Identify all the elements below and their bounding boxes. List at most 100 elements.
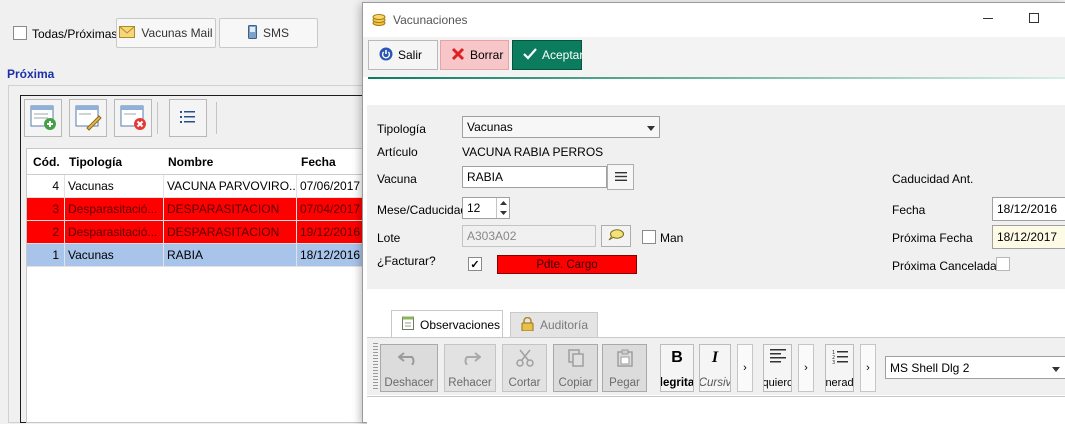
cell-fecha: 07/06/2017: [297, 175, 363, 197]
list-view-button[interactable]: [169, 99, 207, 137]
delete-x-icon: [451, 47, 465, 64]
menu-lines-icon: [614, 170, 627, 184]
meses-spinner[interactable]: 12: [462, 197, 510, 219]
negrita-label: legrita: [660, 377, 694, 389]
proxima-cancelada-label: Próxima Cancelada: [892, 259, 997, 273]
toolbar-divider: [216, 102, 217, 134]
fecha-input[interactable]: 18/12/2016: [992, 197, 1065, 221]
more-format-button[interactable]: ›: [737, 344, 753, 392]
accent-divider: [368, 77, 1065, 79]
col-header-tipologia[interactable]: Tipología: [65, 155, 164, 169]
col-header-nombre[interactable]: Nombre: [164, 155, 297, 169]
tab-auditoria-label: Auditoría: [540, 318, 589, 332]
col-header-cod[interactable]: Cód.: [27, 155, 65, 169]
edit-record-icon: [73, 102, 103, 135]
cortar-button[interactable]: Cortar: [502, 344, 547, 392]
borrar-button[interactable]: Borrar: [440, 40, 509, 70]
tab-auditoria[interactable]: Auditoría: [510, 312, 598, 338]
man-checkbox[interactable]: [642, 230, 656, 244]
col-header-fecha[interactable]: Fecha: [297, 155, 363, 169]
vacuna-lookup-button[interactable]: [607, 164, 634, 190]
proxima-cancelada-checkbox[interactable]: [996, 257, 1010, 271]
table-row[interactable]: 1 Vacunas RABIA 18/12/2016: [27, 244, 363, 267]
numbered-list-button[interactable]: 123 nerad: [825, 344, 854, 392]
italic-icon: I: [711, 349, 719, 366]
more-list-button[interactable]: ›: [860, 344, 876, 392]
cursiva-button[interactable]: I Cursiv: [699, 344, 731, 392]
minimize-button[interactable]: [983, 11, 995, 25]
align-left-label: quierc: [763, 377, 792, 389]
salir-button[interactable]: Salir: [368, 40, 438, 70]
articulo-value: VACUNA RABIA PERROS: [462, 145, 604, 159]
copiar-label: Copiar: [558, 377, 593, 389]
aceptar-button[interactable]: Aceptar: [512, 40, 584, 70]
dialog-title: Vacunaciones: [393, 13, 468, 27]
cursiva-label: Cursiv: [699, 377, 731, 389]
scissors-icon: [515, 349, 534, 370]
tab-observaciones[interactable]: Observaciones: [391, 310, 503, 338]
svg-text:3: 3: [832, 360, 835, 365]
align-left-button[interactable]: quierc: [763, 344, 792, 392]
facturar-checkbox[interactable]: ✓: [468, 257, 482, 271]
rehacer-button[interactable]: Rehacer: [444, 344, 496, 392]
deshacer-label: Deshacer: [384, 377, 434, 389]
vacunas-mail-button[interactable]: Vacunas Mail: [116, 18, 216, 48]
chevron-down-icon: [1052, 361, 1060, 375]
numbered-list-icon: 123: [832, 349, 848, 368]
cortar-label: Cortar: [508, 377, 541, 389]
cell-nombre: RABIA: [164, 244, 297, 266]
borrar-label: Borrar: [470, 48, 504, 62]
cell-cod: 4: [27, 175, 65, 197]
app-coins-icon: [371, 11, 387, 30]
table-row[interactable]: 3 Desparasitació... DESPARASITACION 07/04/2…: [27, 198, 363, 221]
power-icon: [379, 47, 393, 64]
more-align-button[interactable]: ›: [798, 344, 814, 392]
spinner-arrows-icon[interactable]: [496, 198, 509, 218]
rehacer-label: Rehacer: [448, 377, 492, 389]
cell-cod: 1: [27, 244, 65, 266]
lote-input[interactable]: A303A02: [462, 225, 596, 247]
cell-tipologia: Vacunas: [65, 175, 164, 197]
maximize-button[interactable]: [1029, 13, 1039, 23]
proxima-fecha-input[interactable]: 18/12/2017: [992, 225, 1065, 249]
sms-button[interactable]: SMS: [219, 18, 318, 48]
copiar-button[interactable]: Copiar: [553, 344, 598, 392]
facturar-label: ¿Facturar?: [377, 254, 436, 268]
section-title-proxima: Próxima: [7, 67, 55, 81]
copy-icon: [567, 349, 584, 370]
vacuna-input[interactable]: RABIA: [462, 166, 607, 188]
add-record-icon: [28, 102, 58, 135]
todas-checkbox[interactable]: [13, 26, 27, 40]
tab-observaciones-label: Observaciones: [420, 317, 501, 332]
add-record-button[interactable]: [24, 99, 62, 137]
tipologia-select[interactable]: Vacunas: [462, 116, 660, 138]
cell-nombre: VACUNA PARVOVIRO...: [164, 175, 297, 197]
bold-icon: B: [671, 349, 683, 366]
vacuna-label: Vacuna: [377, 172, 417, 186]
paste-icon: [616, 349, 633, 370]
deshacer-button[interactable]: Deshacer: [380, 344, 438, 392]
articulo-label: Artículo: [377, 145, 418, 159]
observaciones-editor[interactable]: [367, 396, 1065, 424]
aceptar-label: Aceptar: [542, 48, 584, 62]
todas-label: Todas/Próximas: [32, 27, 118, 41]
table-row[interactable]: 2 Desparasitació... DESPARASITACION 19/12/2…: [27, 221, 363, 244]
delete-record-button[interactable]: [114, 99, 152, 137]
cell-tipologia: Desparasitació...: [65, 221, 164, 243]
font-family-select[interactable]: MS Shell Dlg 2: [885, 356, 1065, 379]
cell-tipologia: Vacunas: [65, 244, 164, 266]
cell-tipologia: Desparasitació...: [65, 198, 164, 220]
table-row[interactable]: 4 Vacunas VACUNA PARVOVIRO... 07/06/2017: [27, 175, 363, 198]
cell-cod: 3: [27, 198, 65, 220]
mobile-phone-icon: [247, 24, 257, 42]
cell-nombre: DESPARASITACION: [164, 221, 297, 243]
cell-fecha: 18/12/2016: [297, 244, 363, 266]
edit-record-button[interactable]: [69, 99, 107, 137]
minimize-icon: [983, 17, 993, 19]
toolbar-grip[interactable]: [373, 343, 378, 391]
pdte-cargo-status[interactable]: Pdte. Cargo: [497, 255, 637, 274]
pegar-button[interactable]: Pegar: [602, 344, 647, 392]
negrita-button[interactable]: B legrita: [660, 344, 694, 392]
lock-icon: [521, 316, 534, 334]
lote-comment-button[interactable]: [601, 225, 631, 247]
